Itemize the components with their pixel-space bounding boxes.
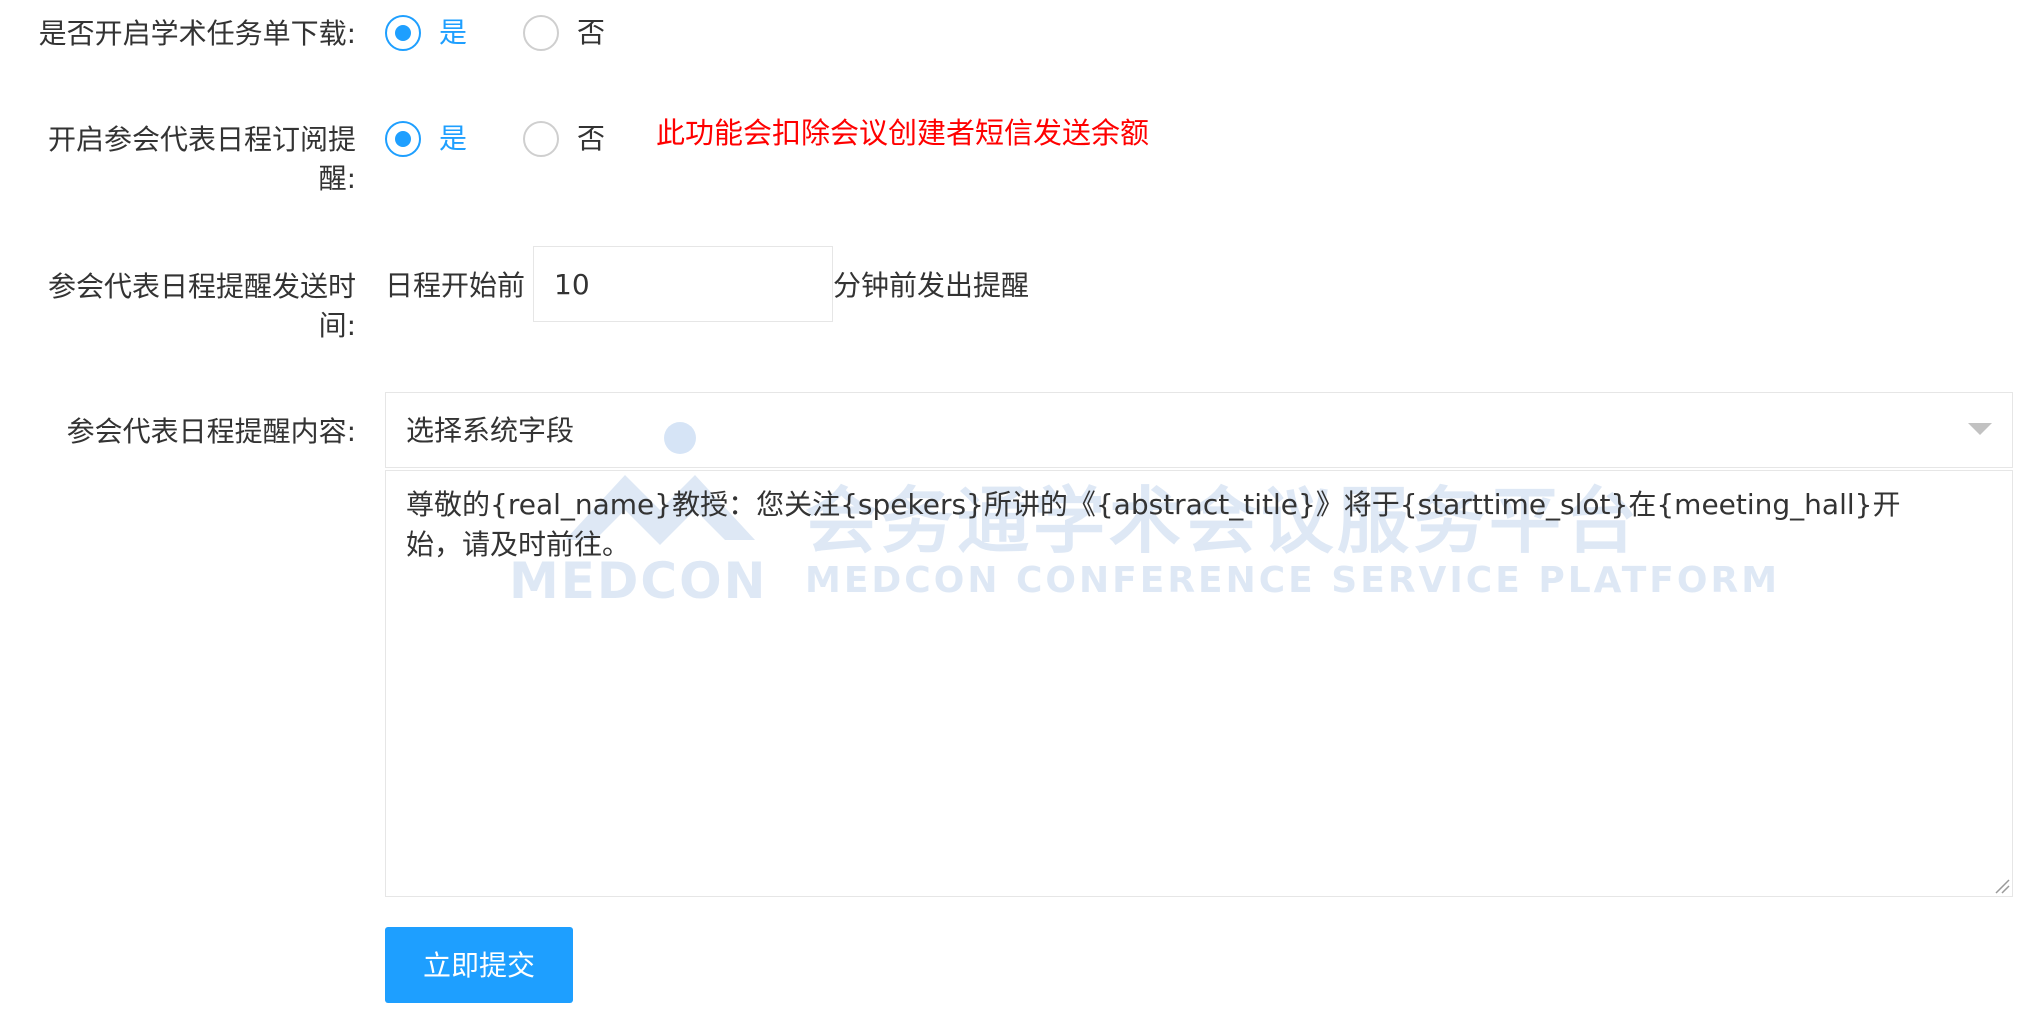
academic-download-label: 是否开启学术任务单下载: [0, 14, 356, 53]
remind-time-prefix: 日程开始前 [385, 269, 526, 302]
system-field-select-value: 选择系统字段 [406, 414, 575, 447]
academic-download-yes-radio[interactable]: 是 [385, 15, 467, 51]
remind-time-label-line2: 间: [318, 309, 356, 342]
submit-button[interactable]: 立即提交 [385, 927, 573, 1003]
schedule-subscribe-label: 开启参会代表日程订阅提 醒: [0, 120, 356, 198]
schedule-subscribe-label-line1: 开启参会代表日程订阅提 [47, 123, 356, 156]
remind-content-textarea[interactable]: 尊敬的{real_name}教授：您关注{spekers}所讲的《{abstra… [385, 470, 2013, 897]
radio-no-label: 否 [577, 16, 606, 49]
radio-checked-icon [385, 121, 421, 157]
radio-unchecked-icon [523, 121, 559, 157]
academic-download-label-text: 是否开启学术任务单下载: [38, 17, 356, 50]
remind-time-label: 参会代表日程提醒发送时 间: [0, 267, 356, 345]
resize-handle-icon[interactable] [1992, 876, 2010, 894]
radio-no-label: 否 [577, 122, 606, 155]
remind-content-text: 尊敬的{real_name}教授：您关注{spekers}所讲的《{abstra… [406, 488, 1901, 561]
remind-time-label-line1: 参会代表日程提醒发送时 [47, 270, 356, 303]
schedule-subscribe-label-line2: 醒: [318, 162, 356, 195]
remind-minutes-input[interactable] [533, 246, 833, 322]
radio-yes-label: 是 [439, 122, 468, 155]
radio-yes-label: 是 [439, 16, 468, 49]
system-field-select[interactable]: 选择系统字段 [385, 392, 2013, 468]
schedule-subscribe-yes-radio[interactable]: 是 [385, 121, 467, 157]
chevron-down-icon [1968, 423, 1992, 435]
academic-download-no-radio[interactable]: 否 [523, 15, 605, 51]
radio-unchecked-icon [523, 15, 559, 51]
schedule-subscribe-no-radio[interactable]: 否 [523, 121, 605, 157]
radio-checked-icon [385, 15, 421, 51]
sms-balance-warning: 此功能会扣除会议创建者短信发送余额 [656, 116, 1150, 150]
remind-time-suffix: 分钟前发出提醒 [833, 269, 1030, 302]
remind-content-label: 参会代表日程提醒内容: [0, 412, 356, 451]
remind-content-label-text: 参会代表日程提醒内容: [66, 415, 356, 448]
